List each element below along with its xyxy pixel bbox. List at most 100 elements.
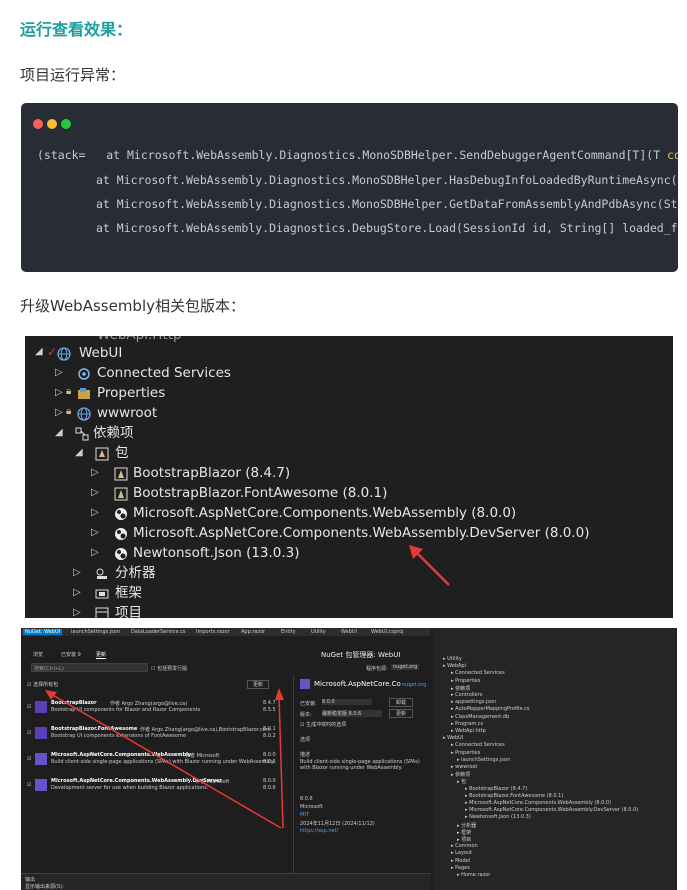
collapse-arrow-icon[interactable]: ▷ bbox=[55, 387, 63, 398]
collapse-arrow-icon[interactable]: ▷ bbox=[55, 407, 63, 418]
options-expander[interactable]: 选项 bbox=[300, 736, 310, 743]
green-dot-icon bbox=[61, 119, 71, 129]
right-tree-item[interactable]: ▸ Home.razor bbox=[457, 872, 490, 878]
tab[interactable]: App.razor bbox=[241, 629, 265, 635]
prerelease-checkbox[interactable]: ☐ 包括预发行版 bbox=[151, 665, 187, 672]
right-tree-item[interactable]: ▸ 项目 bbox=[457, 836, 471, 843]
tab[interactable]: Entity bbox=[281, 629, 296, 635]
collapse-arrow-icon[interactable]: ▷ bbox=[91, 547, 99, 558]
red-arrow-annotation bbox=[409, 545, 450, 586]
right-tree-item[interactable]: ▸ Microsoft.AspNetCore.Components.WebAss… bbox=[465, 807, 638, 813]
tab[interactable]: Utility bbox=[311, 629, 326, 635]
source-select[interactable]: nuget.org bbox=[391, 664, 420, 670]
framework-icon bbox=[95, 589, 109, 599]
tree-item-dependencies[interactable]: 依赖项 bbox=[93, 423, 134, 443]
connected-services-icon bbox=[78, 368, 90, 380]
tree-item-packages[interactable]: 包 bbox=[115, 443, 129, 463]
tab[interactable]: WebUI bbox=[341, 629, 357, 635]
right-tree-item[interactable]: ▸ Layout bbox=[451, 850, 472, 856]
detail-version: 8.0.6 bbox=[300, 796, 313, 802]
right-solution-explorer: ▸ Utility ▸ WebApi ▸ Connected Services ▸ P… bbox=[433, 628, 677, 890]
right-tree-item[interactable]: ▸ Newtonsoft.Json (13.0.3) bbox=[465, 814, 531, 820]
wrench-icon bbox=[78, 388, 90, 399]
lock-icon: 🔒︎ bbox=[66, 386, 72, 397]
red-dot-icon bbox=[33, 119, 43, 129]
right-tree-item[interactable]: ▸ BootstrapBlazor (8.4.7) bbox=[465, 786, 527, 792]
collapse-arrow-icon[interactable]: ▷ bbox=[91, 487, 99, 498]
right-tree-item[interactable]: ▸ appsettings.json bbox=[451, 699, 496, 705]
collapse-arrow-icon[interactable]: ▷ bbox=[73, 607, 81, 618]
right-tree-item[interactable]: ▸ 分析器 bbox=[457, 822, 476, 829]
right-tree-item[interactable]: ▸ 包 bbox=[457, 778, 466, 785]
right-tree-item[interactable]: ▸ 依赖项 bbox=[451, 771, 470, 778]
select-all-checkbox[interactable]: ☑ 选择所有包 bbox=[27, 681, 58, 688]
tree-item-webui[interactable]: WebUI bbox=[79, 343, 122, 363]
right-tree-item[interactable]: ▸ Properties bbox=[451, 750, 480, 756]
right-tree-item[interactable]: ▸ Program.cs bbox=[451, 721, 483, 727]
right-tree-item[interactable]: ▸ Model bbox=[451, 858, 470, 864]
collapse-arrow-icon[interactable]: ▷ bbox=[73, 567, 81, 578]
tab[interactable]: DataLoaderService.cs bbox=[131, 629, 186, 635]
tab-installed[interactable]: 已安装 9 bbox=[61, 651, 81, 658]
expand-arrow-icon[interactable]: ◢ bbox=[55, 427, 63, 438]
tree-item-connected-services[interactable]: Connected Services bbox=[97, 363, 231, 383]
tab-nuget[interactable]: NuGet: WebUI bbox=[23, 629, 63, 635]
tree-item-package[interactable]: BootstrapBlazor.FontAwesome (8.0.1) bbox=[133, 483, 387, 503]
expand-arrow-icon[interactable]: ◢ bbox=[75, 447, 83, 458]
version-select[interactable]: 最新稳定版 8.0.6 bbox=[322, 710, 382, 717]
right-tree-item[interactable]: ▸ Connected Services bbox=[451, 670, 505, 676]
search-input[interactable]: 搜索(Ctrl+L) bbox=[31, 663, 148, 672]
right-tree-item[interactable]: ▸ ClassManagement.db bbox=[451, 714, 509, 720]
section-heading: 运行查看效果： bbox=[20, 20, 133, 39]
tree-item-analyzers[interactable]: 分析器 bbox=[115, 563, 156, 583]
right-tree-item[interactable]: ▸ BootstrapBlazor.FontAwesome (8.0.1) bbox=[465, 793, 563, 799]
detail-link[interactable]: nuget.org bbox=[402, 682, 426, 688]
right-tree-item[interactable]: ▸ Connected Services bbox=[451, 742, 505, 748]
tree-item-package[interactable]: Newtonsoft.Json (13.0.3) bbox=[133, 543, 300, 563]
option-checkbox[interactable]: ☑ 生成冲突时的选项 bbox=[300, 721, 346, 728]
right-tree-item[interactable]: ▸ Common bbox=[451, 843, 478, 849]
right-tree-item[interactable]: ▸ Properties bbox=[451, 678, 480, 684]
right-tree-item[interactable]: ▸ wwwroot bbox=[451, 764, 477, 770]
tree-item-frameworks[interactable]: 框架 bbox=[115, 583, 142, 603]
code-line-2: at Microsoft.WebAssembly.Diagnostics.Mon… bbox=[96, 173, 678, 187]
tab-updates[interactable]: 更新 bbox=[96, 651, 107, 659]
right-tree-item[interactable]: ▸ Microsoft.AspNetCore.Components.WebAss… bbox=[465, 800, 611, 806]
yellow-dot-icon bbox=[47, 119, 57, 129]
tree-item-package[interactable]: Microsoft.AspNetCore.Components.WebAssem… bbox=[133, 523, 590, 543]
right-tree-item[interactable]: ▸ Controllers bbox=[451, 692, 482, 698]
collapse-arrow-icon[interactable]: ▷ bbox=[55, 367, 63, 378]
right-tree-item[interactable]: ▸ WebUI bbox=[443, 735, 463, 741]
analyzer-icon bbox=[96, 568, 107, 579]
tree-item-properties[interactable]: Properties bbox=[97, 383, 165, 403]
right-tree-item[interactable]: ▸ WebApi.http bbox=[451, 728, 486, 734]
uninstall-button[interactable]: 卸载 bbox=[389, 698, 414, 707]
right-tree-item[interactable]: ▸ 依赖项 bbox=[451, 685, 470, 692]
tab[interactable]: WebUI.csproj bbox=[371, 629, 404, 635]
right-tree-item[interactable]: ▸ 框架 bbox=[457, 829, 471, 836]
right-tree-item[interactable]: ▸ Utility bbox=[443, 656, 462, 662]
tree-item-project[interactable]: 项目 bbox=[115, 603, 142, 618]
detail-update-button[interactable]: 更新 bbox=[389, 709, 414, 718]
detail-license[interactable]: MIT bbox=[300, 812, 309, 818]
tab[interactable]: Imports.razor bbox=[196, 629, 230, 635]
collapse-arrow-icon[interactable]: ▷ bbox=[73, 587, 81, 598]
collapse-arrow-icon[interactable]: ▷ bbox=[91, 467, 99, 478]
detail-url[interactable]: https://asp.net/ bbox=[300, 828, 338, 834]
paragraph-upgrade: 升级WebAssembly相关包版本： bbox=[20, 297, 246, 315]
tab-browse[interactable]: 浏览 bbox=[33, 651, 43, 658]
package-icon bbox=[95, 447, 109, 461]
collapse-arrow-icon[interactable]: ▷ bbox=[91, 527, 99, 538]
expand-arrow-icon[interactable]: ◢ bbox=[35, 346, 43, 357]
tree-item-package[interactable]: Microsoft.AspNetCore.Components.WebAssem… bbox=[133, 503, 516, 523]
tree-item-wwwroot[interactable]: wwwroot bbox=[97, 403, 157, 423]
right-tree-item[interactable]: ▸ AutoMapperMappingProfile.cs bbox=[451, 706, 530, 712]
tree-item-package[interactable]: BootstrapBlazor (8.4.7) bbox=[133, 463, 290, 483]
right-tree-item[interactable]: ▸ WebApi bbox=[443, 663, 466, 669]
nuget-package-icon bbox=[115, 508, 127, 520]
right-tree-item[interactable]: ▸ Pages bbox=[451, 865, 470, 871]
tab[interactable]: launchSettings.json bbox=[71, 629, 120, 635]
right-tree-item[interactable]: ▸ launchSettings.json bbox=[457, 757, 510, 763]
solution-explorer-screenshot: WebApi.Http ◢ ✓ WebUI ▷ Connected Servic… bbox=[25, 336, 673, 618]
collapse-arrow-icon[interactable]: ▷ bbox=[91, 507, 99, 518]
